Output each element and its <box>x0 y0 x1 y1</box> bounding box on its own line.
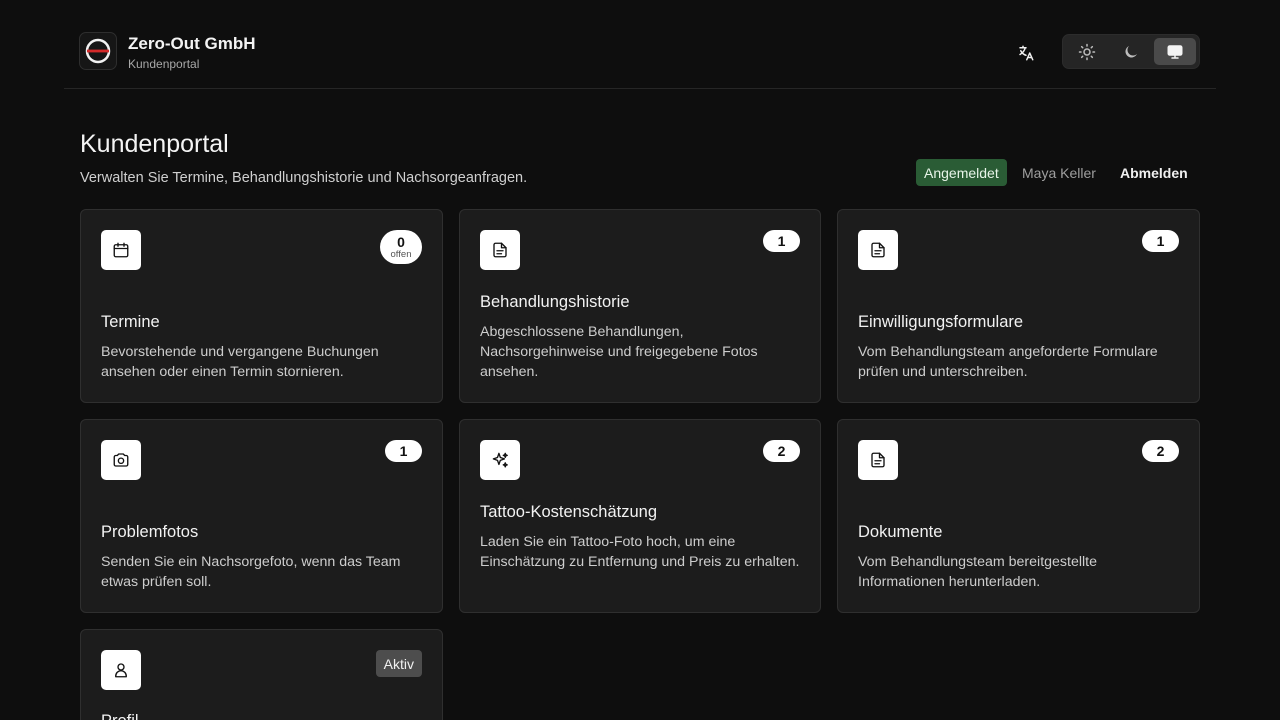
count-badge: 1 <box>1142 230 1179 252</box>
translate-icon <box>1019 45 1034 61</box>
document-icon <box>871 242 885 258</box>
open-count-label: offen <box>390 248 412 260</box>
document-icon <box>871 452 885 468</box>
card-title: Profil <box>101 712 139 720</box>
open-count-badge: 0 offen <box>380 230 422 264</box>
camera-icon <box>113 453 129 467</box>
card-title: Termine <box>101 313 160 331</box>
card-icon-box <box>858 230 898 270</box>
theme-system-button[interactable] <box>1154 38 1196 65</box>
document-icon <box>493 242 507 258</box>
brand-subtitle: Kundenportal <box>128 57 200 71</box>
calendar-icon <box>113 242 129 258</box>
card-title: Dokumente <box>858 523 943 541</box>
card-icon-box <box>101 650 141 690</box>
theme-light-button[interactable] <box>1066 38 1108 65</box>
card-description: Abgeschlossene Behandlungen, Nachsorgehi… <box>480 324 758 380</box>
card-description: Bevorstehende und vergangene Buchungen a… <box>101 344 379 380</box>
theme-dark-button[interactable] <box>1110 38 1152 65</box>
count-badge: 2 <box>763 440 800 462</box>
card-title: Problemfotos <box>101 523 199 541</box>
sun-icon <box>1078 43 1096 60</box>
card-problem-photos[interactable]: 1 Problemfotos Senden Sie ein Nachsorgef… <box>80 419 443 613</box>
card-treatment-history[interactable]: 1 Behandlungshistorie Abgeschlossene Beh… <box>459 209 821 403</box>
count-badge: 2 <box>1142 440 1179 462</box>
theme-switcher <box>1062 34 1200 69</box>
card-description: Vom Behandlungsteam bereitgestellte Info… <box>858 554 1097 590</box>
card-icon-box <box>101 440 141 480</box>
card-icon-box <box>101 230 141 270</box>
monitor-icon <box>1167 44 1183 59</box>
page-title: Kundenportal <box>80 130 229 158</box>
count-badge: 1 <box>385 440 422 462</box>
card-icon-box <box>858 440 898 480</box>
card-icon-box <box>480 440 520 480</box>
card-description: Laden Sie ein Tattoo-Foto hoch, um eine … <box>480 534 800 570</box>
card-documents[interactable]: 2 Dokumente Vom Behandlungsteam bereitge… <box>837 419 1200 613</box>
logout-button[interactable]: Abmelden <box>1112 159 1196 186</box>
card-title: Einwilligungsformulare <box>858 313 1024 331</box>
sparkles-icon <box>492 452 508 468</box>
status-badge: Aktiv <box>375 650 422 677</box>
user-icon <box>115 663 127 678</box>
brand-name: Zero-Out GmbH <box>128 34 256 53</box>
login-status-badge: Angemeldet <box>916 159 1007 186</box>
page-subtitle: Verwalten Sie Termine, Behandlungshistor… <box>80 170 528 186</box>
card-consent-forms[interactable]: 1 Einwilligungsformulare Vom Behandlungs… <box>837 209 1200 403</box>
brand-logo[interactable] <box>79 32 117 70</box>
card-appointments[interactable]: 0 offen Termine Bevorstehende und vergan… <box>80 209 443 403</box>
moon-icon <box>1125 45 1137 58</box>
card-description: Vom Behandlungsteam angeforderte Formula… <box>858 344 1158 380</box>
logo-icon <box>85 38 111 64</box>
card-icon-box <box>480 230 520 270</box>
user-name: Maya Keller <box>1022 165 1096 181</box>
card-profile[interactable]: Aktiv Profil <box>80 629 443 720</box>
language-button[interactable] <box>1010 38 1042 68</box>
card-description: Senden Sie ein Nachsorgefoto, wenn das T… <box>101 554 401 590</box>
card-tattoo-estimate[interactable]: 2 Tattoo-Kostenschätzung Laden Sie ein T… <box>459 419 821 613</box>
card-title: Tattoo-Kostenschätzung <box>480 503 658 521</box>
card-title: Behandlungshistorie <box>480 293 630 311</box>
open-count: 0 <box>397 233 405 250</box>
top-header: Zero-Out GmbH Kundenportal <box>64 16 1216 89</box>
count-badge: 1 <box>763 230 800 252</box>
